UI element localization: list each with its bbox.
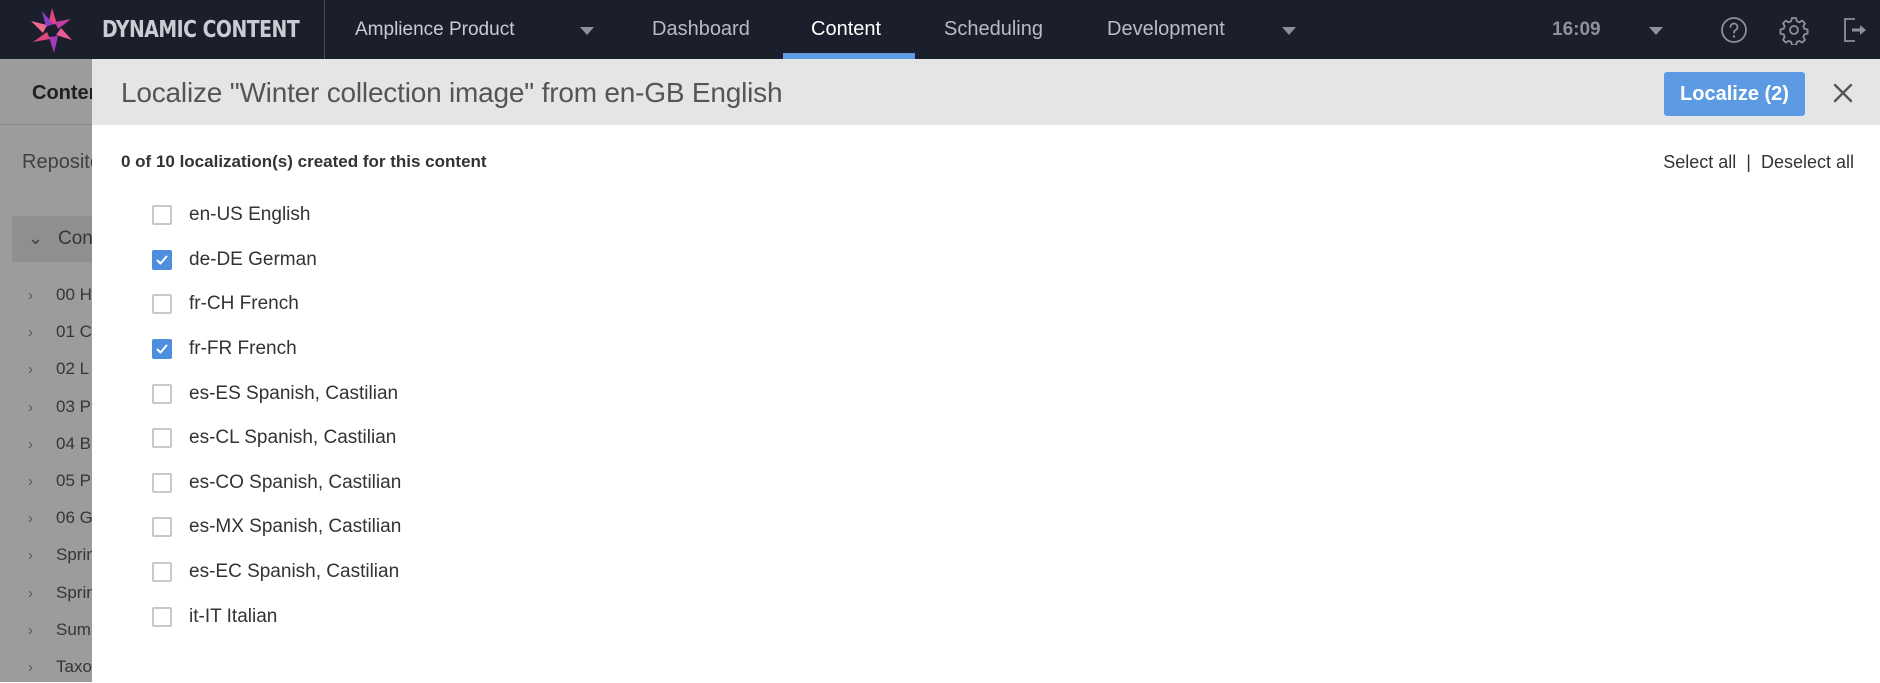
locale-checkbox[interactable] xyxy=(152,472,172,493)
locale-checkbox[interactable] xyxy=(152,249,172,270)
locale-option[interactable]: de-DE German xyxy=(152,238,401,283)
brand-name: DYNAMIC CONTENT xyxy=(102,17,300,43)
locale-label[interactable]: de-DE German xyxy=(189,249,317,271)
select-all-link[interactable]: Select all xyxy=(1663,152,1736,172)
nav-divider xyxy=(324,0,325,59)
locale-label[interactable]: es-EC Spanish, Castilian xyxy=(189,561,399,583)
locale-label[interactable]: es-MX Spanish, Castilian xyxy=(189,516,401,538)
dialog-title: Localize "Winter collection image" from … xyxy=(121,77,783,108)
top-navigation-bar: DYNAMIC CONTENT Amplience Product Dashbo… xyxy=(0,0,1880,59)
locale-checkbox[interactable] xyxy=(152,428,172,449)
locale-option[interactable]: it-IT Italian xyxy=(152,594,401,639)
locale-checkbox[interactable] xyxy=(152,562,172,583)
locale-checkbox[interactable] xyxy=(152,383,172,404)
hub-selector-label[interactable]: Amplience Product xyxy=(355,19,514,41)
locale-checkbox[interactable] xyxy=(152,205,172,226)
dialog-header: Localize "Winter collection image" from … xyxy=(92,59,1880,125)
locale-option[interactable]: en-US English xyxy=(152,193,401,238)
hub-dropdown-icon[interactable] xyxy=(580,27,594,35)
localize-button[interactable]: Localize (2) xyxy=(1664,72,1805,116)
locale-option[interactable]: es-EC Spanish, Castilian xyxy=(152,550,401,595)
nav-tab-dashboard[interactable]: Dashboard xyxy=(652,18,750,41)
localize-dialog: Localize "Winter collection image" from … xyxy=(92,59,1880,682)
locale-label[interactable]: fr-CH French xyxy=(189,293,299,315)
nav-tab-scheduling[interactable]: Scheduling xyxy=(944,18,1043,41)
close-icon[interactable] xyxy=(1829,79,1857,107)
logout-icon[interactable] xyxy=(1839,15,1869,45)
locale-option[interactable]: fr-FR French xyxy=(152,327,401,372)
deselect-all-link[interactable]: Deselect all xyxy=(1761,152,1854,172)
development-dropdown-icon[interactable] xyxy=(1282,27,1296,35)
locale-checkbox[interactable] xyxy=(152,606,172,627)
locale-checkbox[interactable] xyxy=(152,517,172,538)
checkmark-icon xyxy=(156,344,168,354)
gear-icon[interactable] xyxy=(1779,15,1809,45)
locale-label[interactable]: fr-FR French xyxy=(189,338,297,360)
clock-time: 16:09 xyxy=(1552,19,1601,40)
locale-checkbox-list: en-US English de-DE German fr-CH French fr-… xyxy=(152,193,401,639)
selection-links: Select all | Deselect all xyxy=(1663,152,1854,173)
localization-count-text: 0 of 10 localization(s) created for this… xyxy=(121,152,487,171)
nav-tab-development[interactable]: Development xyxy=(1107,18,1225,41)
locale-label[interactable]: it-IT Italian xyxy=(189,606,277,628)
time-dropdown-icon[interactable] xyxy=(1649,27,1663,35)
locale-checkbox[interactable] xyxy=(152,339,172,360)
nav-tab-content[interactable]: Content xyxy=(811,18,881,41)
dynamic-content-logo-icon[interactable] xyxy=(26,6,78,54)
locale-option[interactable]: es-ES Spanish, Castilian xyxy=(152,371,401,416)
checkmark-icon xyxy=(156,255,168,265)
locale-label[interactable]: en-US English xyxy=(189,204,310,226)
locale-option[interactable]: es-CL Spanish, Castilian xyxy=(152,416,401,461)
locale-checkbox[interactable] xyxy=(152,294,172,315)
locale-label[interactable]: es-CO Spanish, Castilian xyxy=(189,472,401,494)
locale-option[interactable]: es-MX Spanish, Castilian xyxy=(152,505,401,550)
locale-label[interactable]: es-ES Spanish, Castilian xyxy=(189,383,398,405)
locale-label[interactable]: es-CL Spanish, Castilian xyxy=(189,427,396,449)
link-separator: | xyxy=(1746,152,1751,172)
locale-option[interactable]: fr-CH French xyxy=(152,282,401,327)
help-icon[interactable] xyxy=(1719,15,1749,45)
locale-option[interactable]: es-CO Spanish, Castilian xyxy=(152,461,401,506)
